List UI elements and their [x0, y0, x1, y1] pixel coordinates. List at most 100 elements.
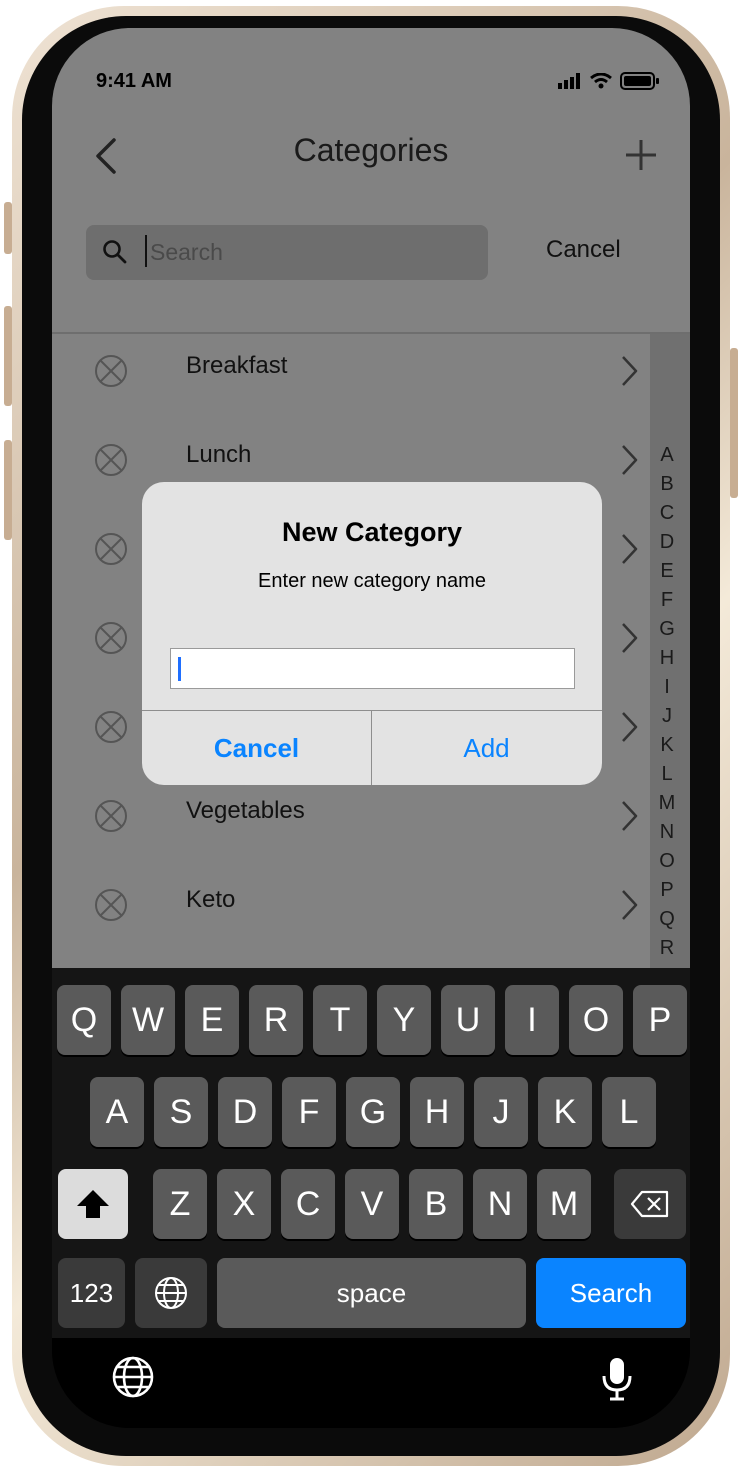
key-r[interactable]: R	[249, 985, 303, 1055]
key-q[interactable]: Q	[57, 985, 111, 1055]
list-item[interactable]: Vegetables	[52, 779, 650, 867]
keyboard: 123 space Search QWERTYUIOP ASDFGHJKL ZXCV…	[52, 968, 690, 1338]
key-f[interactable]: F	[282, 1077, 336, 1147]
key-k[interactable]: K	[538, 1077, 592, 1147]
index-letter[interactable]: A	[650, 444, 684, 467]
chevron-right-icon	[622, 890, 638, 920]
page-title: Categories	[293, 132, 449, 168]
list-item-label: Keto	[186, 886, 236, 913]
key-e[interactable]: E	[185, 985, 239, 1055]
delete-circle-icon[interactable]	[94, 621, 128, 655]
key-m[interactable]: M	[537, 1169, 591, 1239]
key-c[interactable]: C	[281, 1169, 335, 1239]
list-item-label: Vegetables	[186, 797, 305, 824]
globe-icon	[155, 1277, 187, 1309]
key-p[interactable]: P	[633, 985, 687, 1055]
index-letter[interactable]: B	[650, 473, 684, 496]
dialog-message: Enter new category name	[258, 570, 486, 592]
key-i[interactable]: I	[505, 985, 559, 1055]
key-b[interactable]: B	[409, 1169, 463, 1239]
index-letter[interactable]: O	[650, 850, 684, 873]
shift-icon	[77, 1190, 109, 1218]
list-item[interactable]: Keto	[52, 868, 650, 956]
dialog-title: New Category	[281, 517, 463, 547]
index-letter[interactable]: P	[650, 879, 684, 902]
category-name-field[interactable]	[170, 648, 575, 689]
chevron-right-icon	[622, 445, 638, 475]
power-button	[730, 348, 738, 498]
delete-circle-icon[interactable]	[94, 710, 128, 744]
key-u[interactable]: U	[441, 985, 495, 1055]
delete-circle-icon[interactable]	[94, 443, 128, 477]
index-letter[interactable]: M	[650, 792, 684, 815]
shift-key[interactable]	[58, 1169, 128, 1239]
key-z[interactable]: Z	[153, 1169, 207, 1239]
search-input[interactable]	[148, 231, 470, 273]
search-bar[interactable]	[86, 225, 488, 280]
dialog-cancel-button[interactable]: Cancel	[142, 711, 371, 785]
index-letter[interactable]: K	[650, 734, 684, 757]
category-name-input[interactable]	[183, 653, 567, 687]
microphone-icon[interactable]	[600, 1356, 634, 1402]
chevron-right-icon	[622, 356, 638, 386]
volume-down-button	[4, 440, 12, 540]
list-item-label: Lunch	[186, 441, 252, 468]
index-letter[interactable]: R	[650, 937, 684, 960]
delete-key[interactable]	[614, 1169, 686, 1239]
delete-circle-icon[interactable]	[94, 354, 128, 388]
status-icons	[558, 72, 660, 90]
delete-circle-icon[interactable]	[94, 799, 128, 833]
cellular-signal-icon	[558, 73, 580, 89]
key-j[interactable]: J	[474, 1077, 528, 1147]
key-w[interactable]: W	[121, 985, 175, 1055]
key-l[interactable]: L	[602, 1077, 656, 1147]
index-letter[interactable]: H	[650, 647, 684, 670]
key-h[interactable]: H	[410, 1077, 464, 1147]
chevron-right-icon	[622, 712, 638, 742]
list-item-label: Breakfast	[186, 352, 288, 379]
key-d[interactable]: D	[218, 1077, 272, 1147]
delete-circle-icon[interactable]	[94, 532, 128, 566]
numbers-key[interactable]: 123	[58, 1258, 125, 1328]
index-letter[interactable]: C	[650, 502, 684, 525]
index-letter[interactable]: J	[650, 705, 684, 728]
wifi-icon	[590, 73, 612, 89]
index-letter[interactable]: L	[650, 763, 684, 786]
list-item[interactable]: Breakfast	[52, 334, 650, 422]
dialog-add-button[interactable]: Add	[372, 711, 601, 785]
battery-icon	[620, 72, 659, 90]
emoji-globe-key[interactable]	[135, 1258, 207, 1328]
section-index-bar[interactable]: ABCDEFGHIJKLMNOPQR	[650, 334, 690, 968]
key-g[interactable]: G	[346, 1077, 400, 1147]
new-category-dialog: New Category Enter new category name Can…	[142, 482, 602, 785]
key-a[interactable]: A	[90, 1077, 144, 1147]
search-caret	[145, 235, 147, 267]
status-time: 9:41 AM	[96, 70, 172, 92]
key-s[interactable]: S	[154, 1077, 208, 1147]
globe-icon[interactable]	[110, 1354, 156, 1400]
index-letter[interactable]: G	[650, 618, 684, 641]
index-letter[interactable]: D	[650, 531, 684, 554]
plus-icon[interactable]	[624, 138, 658, 172]
chevron-right-icon	[622, 801, 638, 831]
volume-up-button	[4, 306, 12, 406]
search-cancel-button[interactable]: Cancel	[546, 236, 621, 264]
backspace-icon	[630, 1190, 669, 1218]
key-o[interactable]: O	[569, 985, 623, 1055]
keyboard-bottom-bar	[52, 1338, 690, 1428]
chevron-right-icon	[622, 534, 638, 564]
key-v[interactable]: V	[345, 1169, 399, 1239]
index-letter[interactable]: F	[650, 589, 684, 612]
space-key[interactable]: space	[217, 1258, 526, 1328]
key-x[interactable]: X	[217, 1169, 271, 1239]
index-letter[interactable]: N	[650, 821, 684, 844]
index-letter[interactable]: I	[650, 676, 684, 699]
key-n[interactable]: N	[473, 1169, 527, 1239]
search-key[interactable]: Search	[536, 1258, 686, 1328]
text-caret	[178, 657, 181, 681]
delete-circle-icon[interactable]	[94, 888, 128, 922]
index-letter[interactable]: E	[650, 560, 684, 583]
key-y[interactable]: Y	[377, 985, 431, 1055]
key-t[interactable]: T	[313, 985, 367, 1055]
index-letter[interactable]: Q	[650, 908, 684, 931]
